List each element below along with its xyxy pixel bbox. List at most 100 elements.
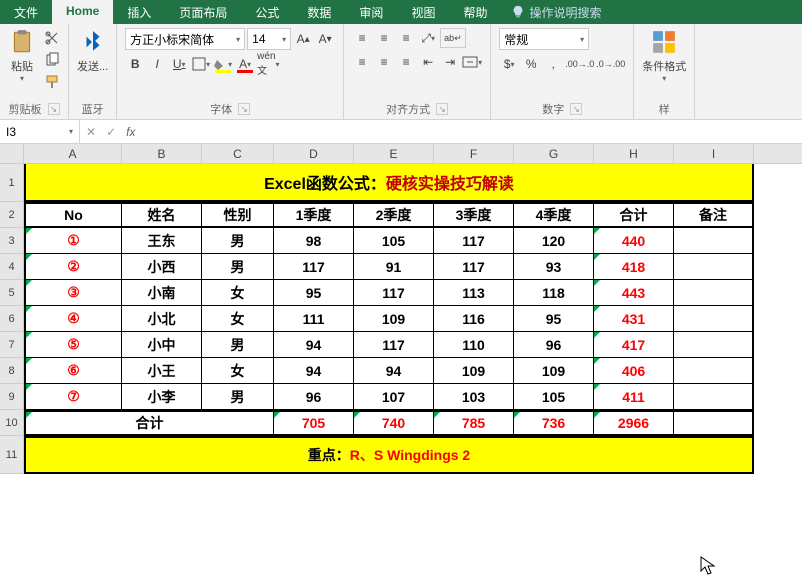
col-header[interactable]: D xyxy=(274,144,354,163)
comma-button[interactable]: , xyxy=(543,54,563,74)
cell[interactable]: 117 xyxy=(274,254,354,280)
row-header[interactable]: 3 xyxy=(0,228,24,254)
format-painter-button[interactable] xyxy=(42,72,62,92)
tab-home[interactable]: Home xyxy=(52,0,113,24)
cell[interactable]: 109 xyxy=(354,306,434,332)
currency-button[interactable]: $▾ xyxy=(499,54,519,74)
cell[interactable] xyxy=(674,228,754,254)
cell[interactable]: 女 xyxy=(202,280,274,306)
merge-button[interactable]: ▾ xyxy=(462,52,482,72)
cell[interactable]: 107 xyxy=(354,384,434,410)
cell[interactable]: 103 xyxy=(434,384,514,410)
orientation-button[interactable]: ⤢▾ xyxy=(418,28,438,48)
cell[interactable]: 120 xyxy=(514,228,594,254)
cell[interactable]: 男 xyxy=(202,254,274,280)
tab-insert[interactable]: 插入 xyxy=(113,0,165,24)
font-color-button[interactable]: A▾ xyxy=(235,54,255,74)
tab-pagelayout[interactable]: 页面布局 xyxy=(165,0,241,24)
align-top-button[interactable]: ≡ xyxy=(352,28,372,48)
cell[interactable]: 109 xyxy=(514,358,594,384)
name-box[interactable]: I3▾ xyxy=(0,120,80,143)
cell[interactable]: 105 xyxy=(354,228,434,254)
col-header[interactable]: A xyxy=(24,144,122,163)
cell[interactable]: 合计 xyxy=(594,202,674,228)
cell[interactable]: 105 xyxy=(514,384,594,410)
cell[interactable]: 740 xyxy=(354,410,434,436)
cell[interactable]: 小西 xyxy=(122,254,202,280)
cell[interactable]: 411 xyxy=(594,384,674,410)
cell[interactable]: 女 xyxy=(202,358,274,384)
row-header[interactable]: 1 xyxy=(0,164,24,202)
cell[interactable]: 小北 xyxy=(122,306,202,332)
cell[interactable]: 95 xyxy=(514,306,594,332)
decrease-font-button[interactable]: A▾ xyxy=(315,29,335,49)
cell[interactable]: 女 xyxy=(202,306,274,332)
align-left-button[interactable]: ≡ xyxy=(352,52,372,72)
row-header[interactable]: 8 xyxy=(0,358,24,384)
cell[interactable]: 96 xyxy=(274,384,354,410)
tab-data[interactable]: 数据 xyxy=(293,0,345,24)
tab-formulas[interactable]: 公式 xyxy=(241,0,293,24)
number-format-select[interactable]: 常规▾ xyxy=(499,28,589,50)
cell[interactable]: 94 xyxy=(354,358,434,384)
cell[interactable]: 1季度 xyxy=(274,202,354,228)
bluetooth-send-button[interactable]: 发送... xyxy=(73,26,112,76)
cell[interactable] xyxy=(674,280,754,306)
tab-view[interactable]: 视图 xyxy=(397,0,449,24)
cell[interactable]: 王东 xyxy=(122,228,202,254)
col-header[interactable]: G xyxy=(514,144,594,163)
cell[interactable]: 117 xyxy=(354,280,434,306)
font-size-select[interactable]: 14▾ xyxy=(247,28,291,50)
cell[interactable]: 109 xyxy=(434,358,514,384)
col-header[interactable]: B xyxy=(122,144,202,163)
cell[interactable]: 3季度 xyxy=(434,202,514,228)
col-header[interactable]: F xyxy=(434,144,514,163)
cell[interactable]: 小王 xyxy=(122,358,202,384)
copy-button[interactable] xyxy=(42,50,62,70)
align-center-button[interactable]: ≡ xyxy=(374,52,394,72)
accept-formula-button[interactable]: ✓ xyxy=(106,125,116,139)
cell[interactable]: ⑦ xyxy=(24,384,122,410)
cell[interactable]: 91 xyxy=(354,254,434,280)
row-header[interactable]: 5 xyxy=(0,280,24,306)
cell[interactable]: 94 xyxy=(274,332,354,358)
cell[interactable]: 785 xyxy=(434,410,514,436)
cell[interactable]: 姓名 xyxy=(122,202,202,228)
font-name-select[interactable]: 方正小标宋简体▾ xyxy=(125,28,245,50)
cell[interactable] xyxy=(674,358,754,384)
cell[interactable]: ④ xyxy=(24,306,122,332)
tab-help[interactable]: 帮助 xyxy=(449,0,501,24)
increase-indent-button[interactable]: ⇥ xyxy=(440,52,460,72)
cancel-formula-button[interactable]: ✕ xyxy=(86,125,96,139)
cell[interactable]: 418 xyxy=(594,254,674,280)
cell[interactable]: 性别 xyxy=(202,202,274,228)
align-bottom-button[interactable]: ≡ xyxy=(396,28,416,48)
cell[interactable]: 合计 xyxy=(24,410,274,436)
cell[interactable] xyxy=(674,410,754,436)
cell[interactable]: ③ xyxy=(24,280,122,306)
cell[interactable]: 440 xyxy=(594,228,674,254)
cell-title[interactable]: Excel函数公式：硬核实操技巧解读 xyxy=(24,164,754,202)
tab-file[interactable]: 文件 xyxy=(0,0,52,24)
row-header[interactable]: 9 xyxy=(0,384,24,410)
fx-icon[interactable]: fx xyxy=(126,125,135,139)
align-right-button[interactable]: ≡ xyxy=(396,52,416,72)
paste-button[interactable]: 粘贴 ▾ xyxy=(4,26,40,85)
cell[interactable] xyxy=(674,306,754,332)
cell[interactable]: 4季度 xyxy=(514,202,594,228)
decrease-indent-button[interactable]: ⇤ xyxy=(418,52,438,72)
cell[interactable]: ① xyxy=(24,228,122,254)
align-middle-button[interactable]: ≡ xyxy=(374,28,394,48)
cell[interactable]: No xyxy=(24,202,122,228)
increase-decimal-button[interactable]: .00→.0 xyxy=(565,54,594,74)
cell[interactable]: 2季度 xyxy=(354,202,434,228)
row-header[interactable]: 7 xyxy=(0,332,24,358)
select-all-corner[interactable] xyxy=(0,144,24,163)
cell[interactable]: 116 xyxy=(434,306,514,332)
phonetic-button[interactable]: wén文▾ xyxy=(257,54,279,74)
increase-font-button[interactable]: A▴ xyxy=(293,29,313,49)
cut-button[interactable] xyxy=(42,28,62,48)
dialog-launcher-icon[interactable]: ↘ xyxy=(238,103,250,115)
cell[interactable]: 417 xyxy=(594,332,674,358)
italic-button[interactable]: I xyxy=(147,54,167,74)
